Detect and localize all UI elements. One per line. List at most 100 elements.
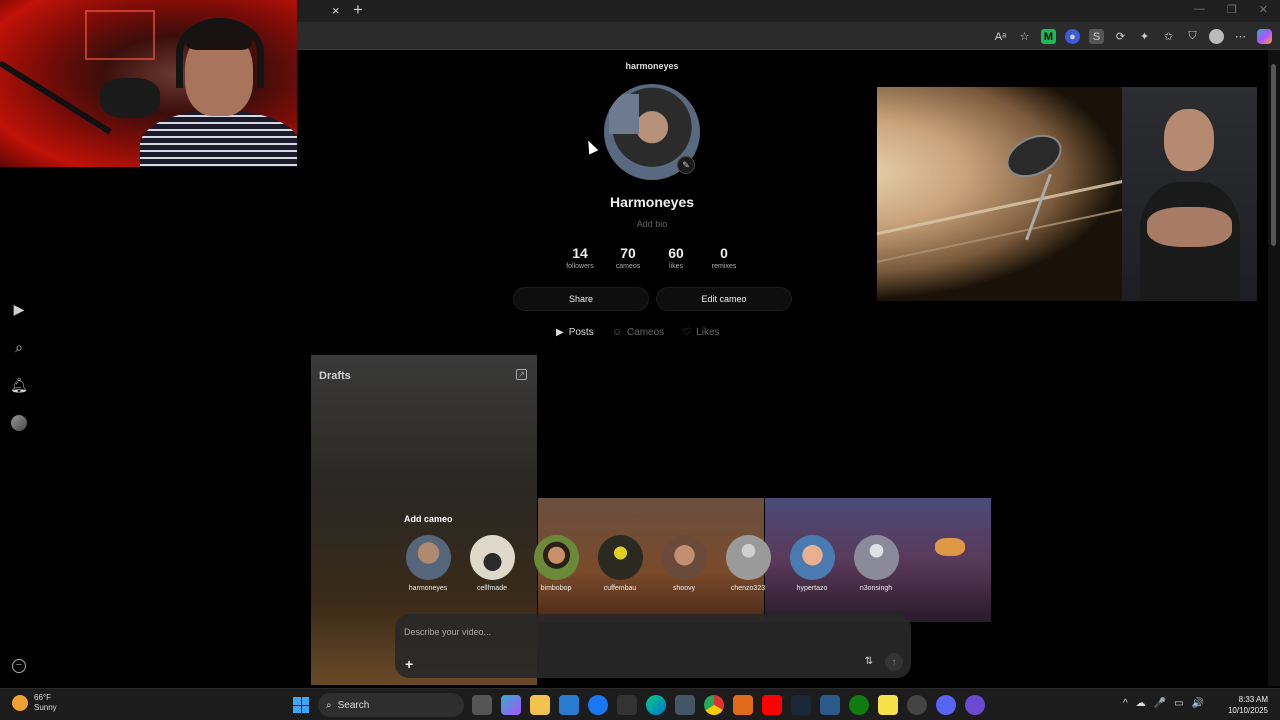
stat-likes[interactable]: 60 likes bbox=[652, 245, 700, 270]
file-explorer-icon[interactable] bbox=[530, 695, 550, 715]
cameo-name: bimbobop bbox=[540, 585, 572, 592]
add-bio-link[interactable]: Add bio bbox=[552, 219, 752, 229]
favorite-star-icon[interactable]: ☆ bbox=[1017, 29, 1032, 44]
stat-followers[interactable]: 14 followers bbox=[556, 245, 604, 270]
windows-start-button[interactable] bbox=[293, 697, 309, 713]
edit-cameo-button[interactable]: Edit cameo bbox=[656, 287, 792, 311]
xbox-icon[interactable] bbox=[849, 695, 869, 715]
search-icon: ⌕ bbox=[326, 699, 332, 711]
steam-icon[interactable] bbox=[791, 695, 811, 715]
stat-label: likes bbox=[668, 263, 683, 270]
heart-icon: ♡ bbox=[682, 327, 692, 338]
cameo-item[interactable]: cellfmade bbox=[460, 535, 524, 592]
space-probe bbox=[999, 126, 1069, 186]
settings-icon[interactable]: – bbox=[12, 659, 26, 673]
cameo-name: n3onsingh bbox=[859, 585, 893, 592]
tab-close-button[interactable]: × bbox=[332, 3, 340, 18]
extension-m-icon[interactable]: M bbox=[1041, 29, 1056, 44]
cameo-name: harmoneyes bbox=[408, 585, 448, 592]
clock[interactable]: 8:33 AM 10/10/2025 bbox=[1228, 694, 1268, 716]
refresh-icon[interactable]: ⟳ bbox=[1113, 29, 1128, 44]
app-a-icon[interactable] bbox=[733, 695, 753, 715]
favorites-icon[interactable]: ✩ bbox=[1161, 29, 1176, 44]
volume-icon[interactable]: 🔊 bbox=[1192, 698, 1204, 709]
copilot-icon[interactable] bbox=[1257, 29, 1272, 44]
cameo-avatar bbox=[469, 535, 515, 580]
stat-value: 14 bbox=[572, 245, 588, 261]
amazon-icon[interactable] bbox=[617, 695, 637, 715]
extension-s-icon[interactable]: S bbox=[1089, 29, 1104, 44]
mouse-cursor-icon bbox=[583, 138, 599, 155]
extension-dot-icon[interactable]: ● bbox=[1065, 29, 1080, 44]
cameo-item[interactable]: hypertazo bbox=[780, 535, 844, 592]
new-tab-button[interactable]: + bbox=[353, 0, 363, 20]
app-circle-icon[interactable] bbox=[965, 695, 985, 715]
cameo-avatar bbox=[789, 535, 835, 580]
expand-icon[interactable]: ↗ bbox=[516, 369, 527, 380]
scrollbar-thumb[interactable] bbox=[1271, 64, 1276, 246]
cameo-name: shoovy bbox=[672, 585, 696, 592]
display-icon[interactable]: ▭ bbox=[1174, 698, 1183, 709]
cameo-item[interactable]: harmoneyes bbox=[396, 535, 460, 592]
stat-label: followers bbox=[566, 263, 594, 270]
chrome-icon[interactable] bbox=[704, 695, 724, 715]
page-scrollbar[interactable] bbox=[1268, 50, 1280, 686]
edge-icon[interactable] bbox=[646, 695, 666, 715]
edit-avatar-icon[interactable]: ✎ bbox=[677, 156, 695, 174]
task-view-icon[interactable] bbox=[472, 695, 492, 715]
send-button[interactable]: ↑ bbox=[885, 653, 903, 671]
store-icon[interactable] bbox=[559, 695, 579, 715]
cameo-item[interactable]: chenzo323 bbox=[716, 535, 780, 592]
copilot-app-icon[interactable] bbox=[501, 695, 521, 715]
cameo-item[interactable]: shoovy bbox=[652, 535, 716, 592]
settings-sliders-icon[interactable]: ⇅ bbox=[865, 656, 873, 667]
shield-icon[interactable]: ⛉ bbox=[1185, 29, 1200, 44]
avatar-background bbox=[609, 94, 639, 134]
openai-icon[interactable] bbox=[907, 695, 927, 715]
maximize-button[interactable]: ❐ bbox=[1227, 3, 1237, 16]
profile-icon[interactable] bbox=[1209, 29, 1224, 44]
more-icon[interactable]: ⋯ bbox=[1233, 29, 1248, 44]
share-button[interactable]: Share bbox=[513, 287, 649, 311]
profile-username: harmoneyes bbox=[625, 61, 679, 71]
nav-avatar[interactable] bbox=[10, 414, 28, 432]
app-star-icon[interactable] bbox=[820, 695, 840, 715]
search-icon[interactable]: ⌕ bbox=[10, 338, 28, 356]
weather-widget[interactable]: 66°F Sunny bbox=[12, 693, 57, 713]
facebook-icon[interactable] bbox=[588, 695, 608, 715]
stat-value: 70 bbox=[620, 245, 636, 261]
tab-posts[interactable]: ▶ Posts bbox=[556, 327, 594, 338]
stat-remixes[interactable]: 0 remixes bbox=[700, 245, 748, 270]
close-window-button[interactable]: ✕ bbox=[1259, 3, 1268, 16]
cameo-avatar bbox=[853, 535, 899, 580]
minimize-button[interactable]: — bbox=[1194, 3, 1205, 16]
discord-icon[interactable] bbox=[936, 695, 956, 715]
tab-likes[interactable]: ♡ Likes bbox=[682, 327, 719, 338]
weather-condition: Sunny bbox=[34, 703, 57, 712]
play-icon[interactable]: ▶ bbox=[10, 300, 28, 318]
cameo-item[interactable]: n3onsingh bbox=[844, 535, 908, 592]
cameo-item[interactable]: cuffembau bbox=[588, 535, 652, 592]
mic-icon[interactable]: 🎤 bbox=[1154, 698, 1166, 709]
cameo-avatar bbox=[597, 535, 643, 580]
read-aloud-icon[interactable]: Aᵃ bbox=[993, 29, 1008, 44]
webcam-overlay bbox=[0, 0, 297, 167]
extension-icon[interactable]: ✦ bbox=[1137, 29, 1152, 44]
cloud-icon[interactable]: ☁ bbox=[1136, 698, 1146, 709]
add-media-button[interactable]: + bbox=[405, 656, 413, 672]
add-cameo-title: Add cameo bbox=[404, 514, 453, 524]
tab-cameos[interactable]: ☺ Cameos bbox=[612, 327, 664, 338]
taskbar-search[interactable]: ⌕ Search bbox=[318, 693, 464, 717]
tray-expand-icon[interactable]: ^ bbox=[1123, 698, 1128, 709]
window-controls: — ❐ ✕ bbox=[1194, 3, 1268, 16]
cameo-name: chenzo323 bbox=[730, 585, 766, 592]
weather-text: 66°F Sunny bbox=[34, 693, 57, 713]
sticky-notes-icon[interactable] bbox=[878, 695, 898, 715]
bell-icon[interactable]: 🔔︎ bbox=[10, 376, 28, 394]
address-bar[interactable] bbox=[300, 27, 980, 45]
describe-video-input[interactable]: Describe your video... bbox=[404, 627, 491, 637]
cameo-item[interactable]: bimbobop bbox=[524, 535, 588, 592]
youtube-icon[interactable] bbox=[762, 695, 782, 715]
calculator-icon[interactable] bbox=[675, 695, 695, 715]
stat-cameos[interactable]: 70 cameos bbox=[604, 245, 652, 270]
